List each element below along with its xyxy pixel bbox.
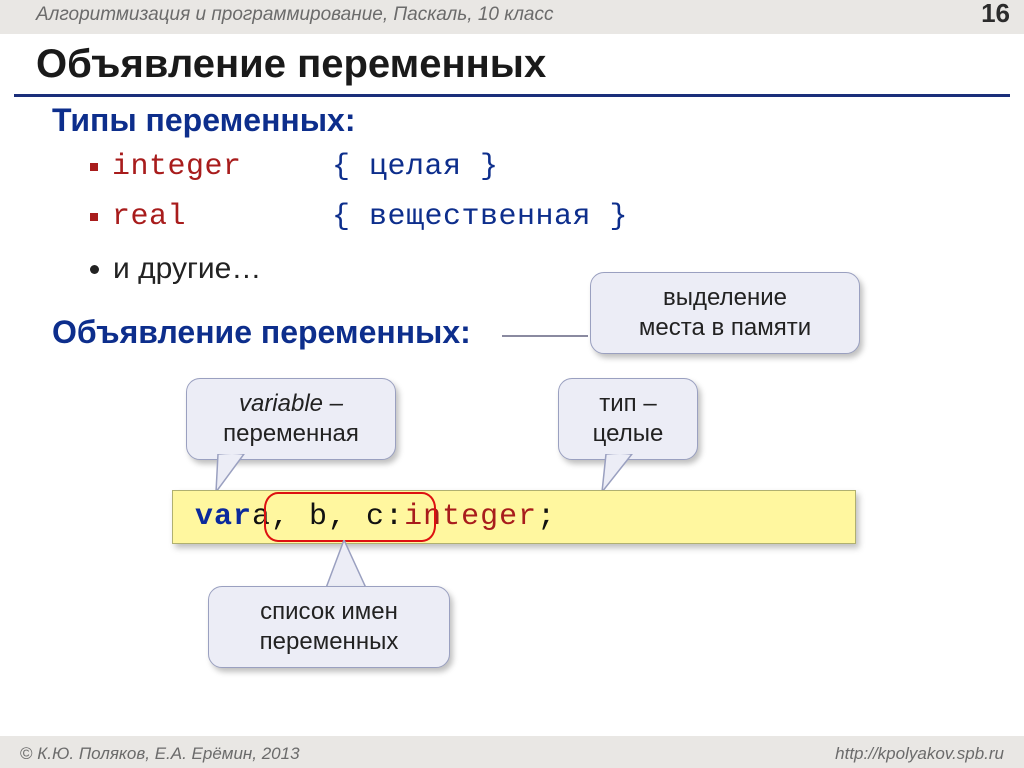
type-other-text: и другие… bbox=[113, 252, 261, 286]
callout-tail-icon bbox=[210, 454, 260, 494]
bullet-icon bbox=[90, 213, 98, 221]
callout-line: список имен bbox=[227, 597, 431, 627]
callout-tail-icon bbox=[598, 454, 648, 494]
copyright: © К.Ю. Поляков, Е.А. Ерёмин, 2013 bbox=[20, 744, 300, 764]
code-type: integer bbox=[404, 500, 537, 534]
bullet-icon bbox=[90, 163, 98, 171]
callout-line: переменная bbox=[205, 419, 377, 449]
code-colon: : bbox=[385, 500, 404, 534]
code-box: var a, b, c : integer ; bbox=[172, 490, 856, 544]
heading-declaration: Объявление переменных: bbox=[52, 314, 471, 351]
callout-line: variable – bbox=[205, 389, 377, 419]
type-row-other: и другие… bbox=[90, 252, 261, 286]
type-keyword: integer bbox=[112, 150, 318, 184]
code-keyword-var: var bbox=[195, 500, 252, 534]
type-comment: { целая } bbox=[332, 150, 499, 184]
connector-line bbox=[502, 335, 588, 337]
type-row-real: real { вещественная } bbox=[90, 200, 628, 234]
callout-variable: variable – переменная bbox=[186, 378, 396, 460]
callout-type: тип – целые bbox=[558, 378, 698, 460]
callout-names: список имен переменных bbox=[208, 586, 450, 668]
bullet-icon bbox=[90, 265, 99, 274]
code-var-names: a, b, c bbox=[252, 500, 385, 534]
callout-line: места в памяти bbox=[609, 313, 841, 343]
type-keyword: real bbox=[112, 200, 318, 234]
callout-memory: выделение места в памяти bbox=[590, 272, 860, 354]
code-semicolon: ; bbox=[537, 500, 556, 534]
course-label: Алгоритмизация и программирование, Паска… bbox=[36, 4, 554, 26]
callout-line: переменных bbox=[227, 627, 431, 657]
copyright-text: К.Ю. Поляков, Е.А. Ерёмин, 2013 bbox=[37, 744, 299, 763]
heading-types: Типы переменных: bbox=[52, 102, 356, 139]
type-comment: { вещественная } bbox=[332, 200, 628, 234]
callout-line: тип – bbox=[577, 389, 679, 419]
footer-url: http://kpolyakov.spb.ru bbox=[835, 744, 1004, 764]
callout-line: выделение bbox=[609, 283, 841, 313]
type-row-integer: integer { целая } bbox=[90, 150, 499, 184]
title-rule bbox=[14, 94, 1010, 97]
slide-title: Объявление переменных bbox=[36, 42, 546, 87]
callout-line: целые bbox=[577, 419, 679, 449]
callout-tail-icon bbox=[322, 540, 382, 590]
page-number: 16 bbox=[981, 0, 1010, 29]
copyright-icon: © bbox=[20, 744, 33, 763]
